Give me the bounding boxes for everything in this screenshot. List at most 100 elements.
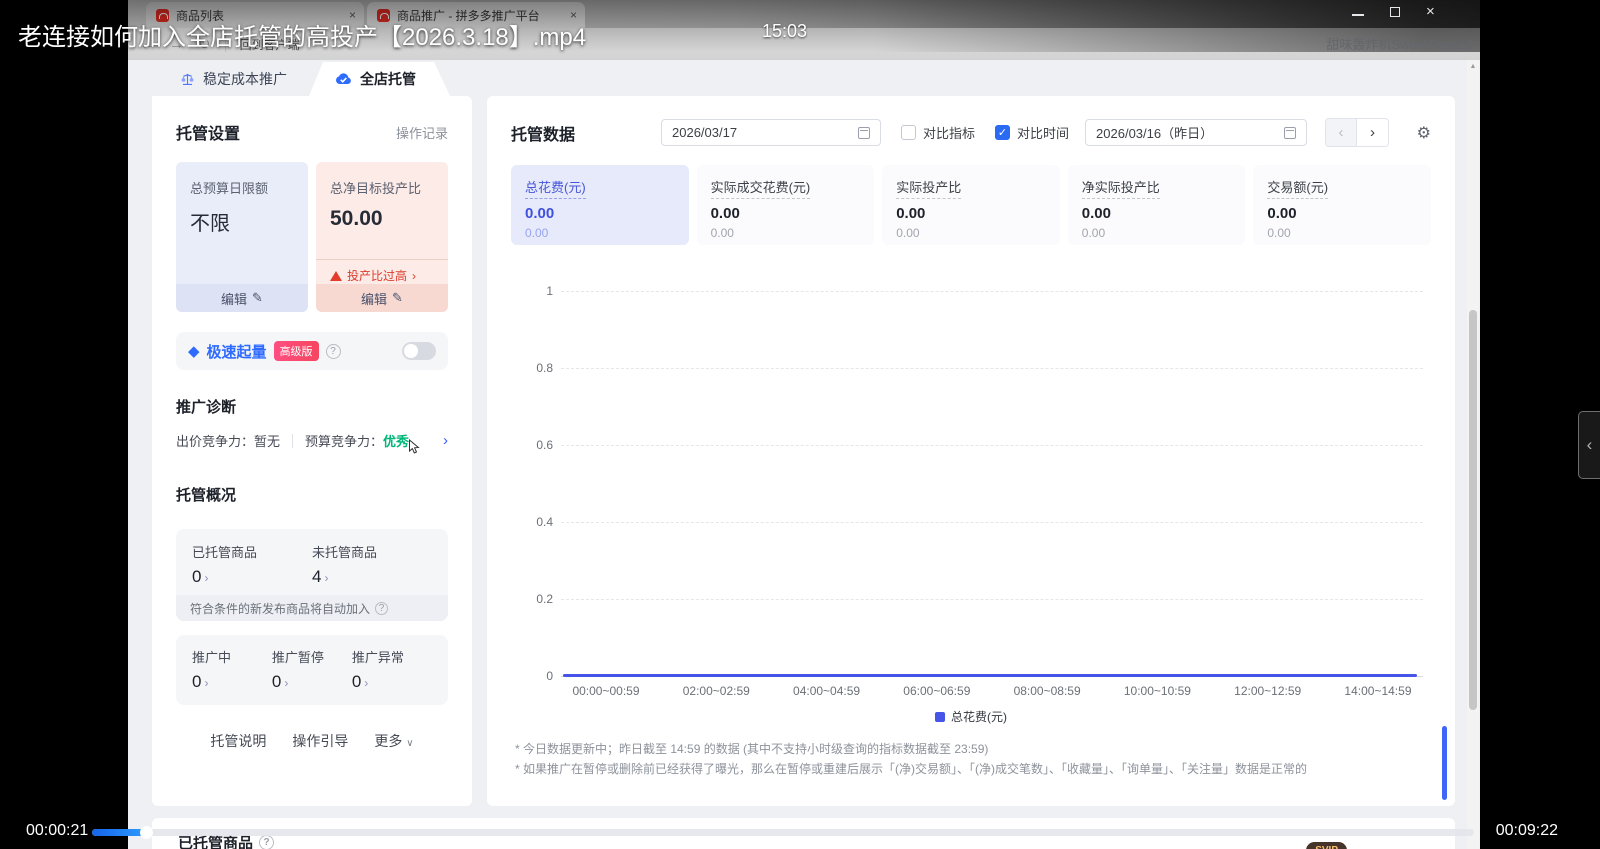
help-icon[interactable]: ? (325, 343, 341, 359)
bid-competitiveness-label: 出价竞争力： (176, 434, 255, 449)
date-pager: ‹ › (1325, 118, 1390, 147)
note-text: 符合条件的新发布商品将自动加入 (190, 601, 371, 616)
edit-roi-button[interactable]: 编辑 ✎ (316, 284, 448, 312)
state-abnormal[interactable]: 推广异常 0 › (352, 647, 432, 692)
metric-transaction-amount[interactable]: 交易额(元) 0.00 0.00 (1253, 165, 1431, 245)
daily-budget-card: 总预算日限额 不限 编辑 ✎ (176, 162, 308, 312)
metric-compare-value: 0.00 (525, 226, 549, 240)
tab-full-store-hosting[interactable]: 全店托管 (309, 62, 450, 96)
x-axis-tick: 00:00~00:59 (572, 684, 640, 698)
stat-value: 0 (192, 567, 202, 586)
legend-label: 总花费(元) (951, 710, 1007, 724)
state-paused[interactable]: 推广暂停 0 › (272, 647, 352, 692)
date-picker-compare[interactable]: 2026/03/16（昨日） (1085, 119, 1308, 146)
operation-history-link[interactable]: 操作记录 (396, 123, 448, 142)
checkbox-checked[interactable]: ✓ (995, 125, 1011, 140)
boost-name: 极速起量 (206, 343, 267, 361)
close-icon[interactable]: × (1426, 4, 1435, 19)
help-icon[interactable]: ? (375, 601, 389, 615)
diagnosis-row[interactable]: 出价竞争力： 暂无 预算竞争力： 优秀 › (176, 431, 448, 454)
metric-label: 实际投产比 (896, 177, 962, 199)
x-axis-labels: 00:00~00:59 02:00~02:59 04:00~04:59 06:0… (561, 684, 1423, 698)
total-spend-series-line (563, 674, 1417, 677)
chart-legend: 总花费(元) (511, 708, 1431, 725)
operation-guide-link[interactable]: 操作引导 (292, 731, 348, 751)
seek-bar[interactable] (92, 826, 1474, 839)
x-axis-tick: 10:00~10:59 (1123, 684, 1191, 698)
compare-time-option[interactable]: ✓ 对比时间 (995, 123, 1069, 142)
chevron-right-icon: › (364, 676, 369, 690)
panel-scrollbar-thumb[interactable] (1442, 726, 1447, 800)
metric-compare-value: 0.00 (710, 226, 734, 240)
calendar-icon (1284, 126, 1297, 139)
date-value: 2026/03/16（昨日） (1096, 126, 1214, 141)
card-value: 50.00 (330, 207, 383, 230)
metric-actual-transaction-spend[interactable]: 实际成交花费(元) 0.00 0.00 (696, 165, 875, 245)
metric-total-spend[interactable]: 总花费(元) 0.00 0.00 (511, 165, 689, 245)
tab-label: 稳定成本推广 (203, 71, 287, 87)
target-roi-card: 总净目标投产比 50.00 投产比过高 › 编辑 ✎ (316, 162, 448, 312)
y-axis-tick: 0.6 (536, 438, 553, 452)
y-axis-tick: 0.8 (536, 361, 553, 375)
card-label: 总预算日限额 (190, 181, 269, 196)
gear-icon[interactable]: ⚙ (1417, 123, 1431, 143)
section-title: 推广诊断 (176, 399, 237, 416)
x-axis-tick: 04:00~04:59 (793, 684, 861, 698)
metric-value: 0.00 (1267, 205, 1297, 222)
promotion-diagnosis-section: 推广诊断 出价竞争力： 暂无 预算竞争力： 优秀 › (176, 396, 448, 454)
chevron-right-icon: › (204, 676, 209, 690)
seek-bar-fill (92, 829, 148, 836)
prev-day-button[interactable]: ‹ (1326, 119, 1358, 146)
footnote: * 如果推广在暂停或删除前已经获得了曝光，那么在暂停或重建后展示「(净)交易额」… (515, 762, 1307, 776)
sidebar-collapse-handle[interactable]: ‹ (1578, 411, 1600, 479)
metric-label: 总花费(元) (525, 177, 586, 199)
minimize-icon[interactable] (1352, 8, 1364, 16)
boost-toggle[interactable] (402, 342, 436, 360)
divider (292, 433, 294, 448)
warning-icon (330, 270, 342, 281)
stat-value: 0 (192, 672, 202, 691)
edit-label: 编辑 (221, 291, 248, 307)
state-running[interactable]: 推广中 0 › (192, 647, 272, 692)
chevron-right-icon[interactable]: › (443, 432, 448, 449)
compare-metric-option[interactable]: 对比指标 (901, 123, 975, 142)
maximize-icon[interactable] (1390, 6, 1400, 17)
checkbox-label: 对比指标 (923, 126, 976, 141)
promotion-states-box: 推广中 0 › 推广暂停 0 › 推广异常 0 › (176, 635, 448, 705)
scroll-up-arrow-icon[interactable]: ▲ (1467, 63, 1479, 70)
tab-stable-cost-promotion[interactable]: 稳定成本推广 (158, 62, 309, 96)
unhosted-count[interactable]: 未托管商品 4 › (312, 542, 432, 587)
rapid-boost-row: ◆ 极速起量 高级版 ? (176, 332, 448, 370)
edit-budget-button[interactable]: 编辑 ✎ (176, 284, 308, 312)
toggle-knob (404, 344, 418, 358)
edit-icon: ✎ (392, 290, 403, 305)
svip-badge: SVIP (1306, 842, 1347, 849)
roi-too-high-warning[interactable]: 投产比过高 › (316, 259, 448, 284)
hosting-overview-title: 托管概况 (176, 487, 237, 504)
metric-label: 交易额(元) (1267, 177, 1329, 199)
metric-net-actual-roi[interactable]: 净实际投产比 0.00 0.00 (1067, 165, 1246, 245)
date-picker-primary[interactable]: 2026/03/17 (661, 119, 882, 146)
stat-label: 推广中 (192, 650, 232, 665)
hosted-count[interactable]: 已托管商品 0 › (192, 542, 312, 587)
help-icon[interactable]: ? (259, 835, 275, 849)
panel-title: 托管数据 (511, 126, 576, 144)
video-player: { "player": { "title": "老连接如何加入全店托管的高投产【… (0, 0, 1600, 849)
next-day-button[interactable]: › (1357, 119, 1389, 146)
hosting-guide-link[interactable]: 托管说明 (210, 731, 266, 751)
card-value: 不限 (190, 213, 230, 235)
more-label: 更多 (374, 733, 403, 749)
browser-scrollbar[interactable]: ▲ (1467, 60, 1479, 849)
metric-actual-roi[interactable]: 实际投产比 0.00 0.00 (882, 165, 1060, 245)
total-duration: 00:09:22 (1495, 822, 1558, 839)
more-link[interactable]: 更多 ∨ (374, 731, 413, 751)
collapse-icon: ‹ (1586, 435, 1593, 454)
scrollbar-thumb[interactable] (1469, 310, 1477, 710)
x-axis-tick: 08:00~08:59 (1013, 684, 1081, 698)
chevron-down-icon: ∨ (406, 738, 414, 749)
card-label: 总净目标投产比 (330, 181, 422, 196)
checkbox-unchecked[interactable] (901, 125, 917, 140)
y-axis-tick: 0.4 (536, 515, 553, 529)
y-axis-tick: 0.2 (536, 592, 553, 606)
spend-line-chart: 1 0.8 0.6 0.4 0.2 0 (536, 284, 1423, 683)
